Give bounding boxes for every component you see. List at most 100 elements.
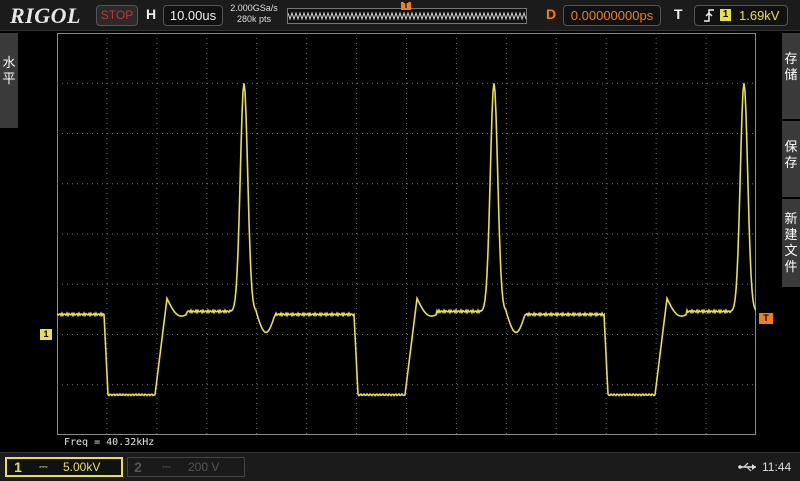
grid-dot (156, 188, 158, 189)
grid-dot (122, 384, 123, 386)
grid-dot (356, 303, 358, 304)
ch2-settings[interactable]: 2 ⎓ 200 V (127, 457, 245, 477)
grid-dot (106, 158, 108, 159)
grid-dot (256, 253, 258, 254)
grid-dot (406, 133, 407, 134)
grid-dot (522, 283, 523, 285)
grid-dot (272, 133, 273, 134)
grid-dot (742, 283, 743, 285)
ch1-number: 1 (14, 459, 22, 475)
grid-dot (637, 233, 638, 235)
grid-dot (505, 98, 507, 99)
grid-dot (605, 308, 607, 309)
grid-dot (356, 318, 358, 319)
grid-dot (156, 48, 158, 49)
grid-dot (505, 423, 507, 424)
ch1-settings[interactable]: 1 ⎓ 5.00kV (5, 457, 123, 477)
grid-dot (57, 233, 58, 235)
grid-dot (505, 238, 507, 239)
grid-dot (206, 163, 208, 164)
trigger-position-marker[interactable]: T (401, 2, 411, 10)
ch1-offset-marker[interactable]: 1 (40, 329, 52, 340)
grid-dot (306, 408, 308, 409)
grid-dot (605, 268, 607, 269)
grid-dot (406, 338, 407, 339)
grid-dot (306, 218, 308, 219)
grid-dot (622, 334, 623, 335)
grid-dot (127, 233, 128, 235)
grid-dot (72, 82, 73, 84)
grid-dot (705, 283, 707, 284)
trigger-source-badge: 1 (720, 9, 731, 21)
grid-dot (397, 82, 398, 84)
grid-dot (356, 238, 358, 239)
grid-dot (677, 183, 678, 185)
grid-dot (455, 203, 457, 204)
grid-dot (505, 393, 507, 394)
grid-dot (705, 73, 707, 74)
grid-dot (455, 373, 457, 374)
grid-dot (302, 183, 303, 185)
grid-dot (356, 293, 358, 294)
grid-dot (406, 68, 407, 69)
grid-dot (256, 163, 258, 164)
frequency-measurement: Freq = 40.32kHz (64, 437, 155, 448)
grid-dot (156, 43, 158, 44)
grid-dot (557, 283, 558, 285)
grid-dot (122, 82, 123, 84)
grid-dot (406, 38, 407, 39)
grid-dot (655, 313, 657, 314)
grid-dot (555, 428, 557, 429)
grid-dot (302, 133, 303, 134)
grid-dot (97, 384, 98, 386)
grid-dot (306, 63, 308, 64)
trigger-settings[interactable]: 1 1.69kV (694, 5, 788, 26)
new-file-menu-tab[interactable]: 新 建 文 件 (782, 199, 800, 287)
grid-dot (605, 168, 607, 169)
grid-dot (152, 384, 153, 386)
timebase-value[interactable]: 10.00us (163, 5, 223, 26)
grid-dot (542, 133, 543, 134)
grid-dot (532, 82, 533, 84)
grid-dot (217, 82, 218, 84)
grid-dot (177, 283, 178, 285)
grid-dot (605, 253, 607, 254)
grid-dot (752, 133, 753, 134)
save-menu-tab[interactable]: 保 存 (782, 121, 800, 197)
grid-dot (106, 113, 108, 114)
grid-dot (412, 283, 413, 285)
grid-dot (505, 93, 507, 94)
grid-dot (692, 133, 693, 134)
grid-dot (605, 228, 607, 229)
storage-menu-tab[interactable]: 存 储 (782, 33, 800, 119)
grid-dot (662, 233, 663, 235)
grid-dot (256, 248, 258, 249)
grid-dot (362, 82, 363, 84)
delay-value[interactable]: 0.00000000ps (563, 5, 661, 26)
grid-dot (306, 253, 308, 254)
grid-dot (752, 82, 753, 84)
grid-dot (387, 183, 388, 185)
grid-dot (322, 283, 323, 285)
grid-dot (256, 188, 258, 189)
grid-dot (406, 43, 407, 44)
grid-dot (705, 363, 707, 364)
grid-dot (202, 133, 203, 134)
grid-dot (72, 233, 73, 235)
grid-dot (287, 233, 288, 235)
grid-dot (432, 233, 433, 235)
trigger-level-marker[interactable]: T (759, 313, 773, 324)
grid-dot (455, 368, 457, 369)
grid-dot (277, 133, 278, 134)
grid-dot (392, 384, 393, 386)
grid-dot (555, 83, 557, 84)
grid-dot (356, 248, 358, 249)
grid-dot (372, 233, 373, 235)
grid-dot (707, 82, 708, 84)
run-stop-indicator[interactable]: STOP (96, 5, 138, 26)
grid-dot (582, 283, 583, 285)
grid-dot (156, 408, 158, 409)
grid-dot (467, 133, 468, 134)
horizontal-menu-tab[interactable]: 水 平 (0, 33, 18, 128)
grid-dot (617, 334, 618, 335)
